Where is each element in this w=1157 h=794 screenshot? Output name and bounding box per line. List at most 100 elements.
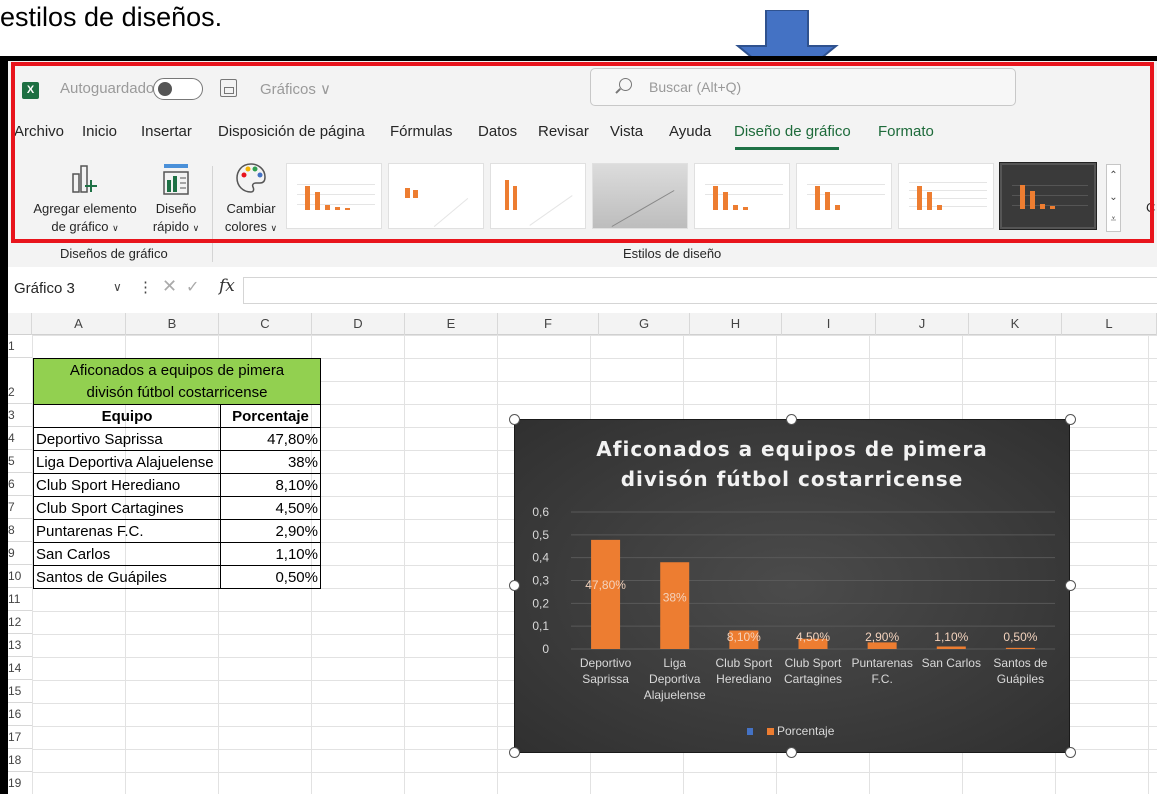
chart-style-thumbnail[interactable]: [898, 163, 994, 229]
row-header[interactable]: 13: [8, 634, 32, 657]
tab-inicio[interactable]: Inicio: [82, 123, 117, 140]
chart-style-thumbnail[interactable]: [490, 163, 586, 229]
row-header[interactable]: 11: [8, 588, 32, 611]
row-header[interactable]: 4: [8, 427, 32, 450]
column-header[interactable]: A: [32, 313, 126, 335]
column-header[interactable]: E: [405, 313, 498, 335]
chart-style-thumbnail[interactable]: [796, 163, 892, 229]
select-all-corner[interactable]: [8, 313, 32, 335]
more-options-icon[interactable]: ⋮: [138, 278, 153, 296]
header-percent[interactable]: Porcentaje: [220, 404, 321, 428]
chart-style-thumbnail[interactable]: [286, 163, 382, 229]
resize-handle[interactable]: [786, 747, 797, 758]
row-header[interactable]: 18: [8, 749, 32, 772]
chart-style-thumbnail[interactable]: [694, 163, 790, 229]
chevron-down-icon[interactable]: ⌄: [1107, 187, 1120, 209]
row-header[interactable]: 17: [8, 726, 32, 749]
resize-handle[interactable]: [509, 580, 520, 591]
cell-percent[interactable]: 38%: [220, 450, 321, 474]
tab-formato[interactable]: Formato: [878, 123, 934, 140]
column-header[interactable]: G: [599, 313, 690, 335]
chart-style-thumbnail[interactable]: [388, 163, 484, 229]
row-header[interactable]: 7: [8, 496, 32, 519]
name-box[interactable]: Gráfico 3: [14, 280, 75, 297]
column-header[interactable]: H: [690, 313, 782, 335]
tab-ayuda[interactable]: Ayuda: [669, 123, 711, 140]
header-team[interactable]: Equipo: [33, 404, 221, 428]
tab-insertar[interactable]: Insertar: [141, 123, 192, 140]
column-header[interactable]: F: [498, 313, 599, 335]
cancel-icon[interactable]: ✕: [162, 276, 177, 297]
document-title[interactable]: Gráficos ∨: [260, 80, 331, 98]
legend-marker: [767, 728, 774, 735]
tab-disposicion-de-pagina[interactable]: Disposición de página: [218, 123, 365, 140]
chart-style-thumbnail-selected[interactable]: [999, 162, 1097, 230]
change-colors-label-2: colores: [224, 219, 267, 234]
row-header[interactable]: 2: [8, 358, 32, 404]
column-header[interactable]: L: [1062, 313, 1157, 335]
table-title-cell[interactable]: Aficonados a equipos de pimera divisón fú…: [33, 358, 321, 405]
tab-vista[interactable]: Vista: [610, 123, 643, 140]
autosave-toggle[interactable]: [153, 78, 203, 100]
cell-team[interactable]: Club Sport Herediano: [33, 473, 221, 497]
chart-object[interactable]: Aficonados a equipos de pimera divisón f…: [514, 419, 1070, 753]
resize-handle[interactable]: [509, 414, 520, 425]
row-header[interactable]: 10: [8, 565, 32, 588]
check-icon[interactable]: ✓: [186, 277, 199, 297]
row-header[interactable]: 5: [8, 450, 32, 473]
tab-revisar[interactable]: Revisar: [538, 123, 589, 140]
column-header[interactable]: C: [219, 313, 312, 335]
column-header[interactable]: B: [126, 313, 219, 335]
insert-function-icon[interactable]: fx: [219, 276, 235, 296]
column-header[interactable]: D: [312, 313, 405, 335]
save-icon[interactable]: [220, 79, 237, 97]
row-header[interactable]: 1: [8, 335, 32, 358]
tab-formulas[interactable]: Fórmulas: [390, 123, 453, 140]
chart-plot: 0 0,1 0,2 0,3 0,4 0,5 0,6 47,80% Deportivo Sapris…: [532, 505, 1055, 738]
search-input[interactable]: Buscar (Alt+Q): [590, 68, 1016, 106]
column-header[interactable]: J: [876, 313, 969, 335]
more-styles-icon[interactable]: ⩡: [1107, 209, 1120, 231]
change-colors-label-1: Cambiar: [226, 201, 276, 216]
data-label: 38%: [663, 590, 687, 604]
cell-team[interactable]: Puntarenas F.C.: [33, 519, 221, 543]
cell-percent[interactable]: 8,10%: [220, 473, 321, 497]
chart-style-thumbnail[interactable]: [592, 163, 688, 229]
tab-archivo[interactable]: Archivo: [14, 123, 64, 140]
cell-percent[interactable]: 0,50%: [220, 565, 321, 589]
cell-team[interactable]: San Carlos: [33, 542, 221, 566]
change-colors-button[interactable]: Cambiar colores ∨: [220, 160, 282, 237]
tab-datos[interactable]: Datos: [478, 123, 517, 140]
formula-input[interactable]: [243, 277, 1157, 304]
cell-team[interactable]: Santos de Guápiles: [33, 565, 221, 589]
row-header[interactable]: 8: [8, 519, 32, 542]
data-label: 2,90%: [865, 630, 899, 644]
row-header[interactable]: 6: [8, 473, 32, 496]
chevron-down-icon[interactable]: ∨: [113, 280, 122, 294]
cell-team[interactable]: Deportivo Saprissa: [33, 427, 221, 451]
cell-percent[interactable]: 1,10%: [220, 542, 321, 566]
cell-team[interactable]: Club Sport Cartagines: [33, 496, 221, 520]
cell-percent[interactable]: 4,50%: [220, 496, 321, 520]
resize-handle[interactable]: [786, 414, 797, 425]
resize-handle[interactable]: [1065, 580, 1076, 591]
row-header[interactable]: 19: [8, 772, 32, 794]
tab-diseno-de-grafico[interactable]: Diseño de gráfico: [734, 123, 851, 140]
row-header[interactable]: 14: [8, 657, 32, 680]
chevron-up-icon[interactable]: ⌃: [1107, 165, 1120, 187]
resize-handle[interactable]: [1065, 414, 1076, 425]
cell-percent[interactable]: 2,90%: [220, 519, 321, 543]
resize-handle[interactable]: [1065, 747, 1076, 758]
row-header[interactable]: 15: [8, 680, 32, 703]
column-header[interactable]: K: [969, 313, 1062, 335]
cell-percent[interactable]: 47,80%: [220, 427, 321, 451]
row-header[interactable]: 12: [8, 611, 32, 634]
row-header[interactable]: 16: [8, 703, 32, 726]
quick-layout-button[interactable]: Diseño rápido ∨: [148, 160, 204, 237]
cell-team[interactable]: Liga Deportiva Alajuelense: [33, 450, 221, 474]
row-header[interactable]: 9: [8, 542, 32, 565]
column-header[interactable]: I: [782, 313, 876, 335]
add-chart-element-button[interactable]: Agregar elemento de gráfico ∨: [26, 160, 144, 237]
row-header[interactable]: 3: [8, 404, 32, 427]
resize-handle[interactable]: [509, 747, 520, 758]
